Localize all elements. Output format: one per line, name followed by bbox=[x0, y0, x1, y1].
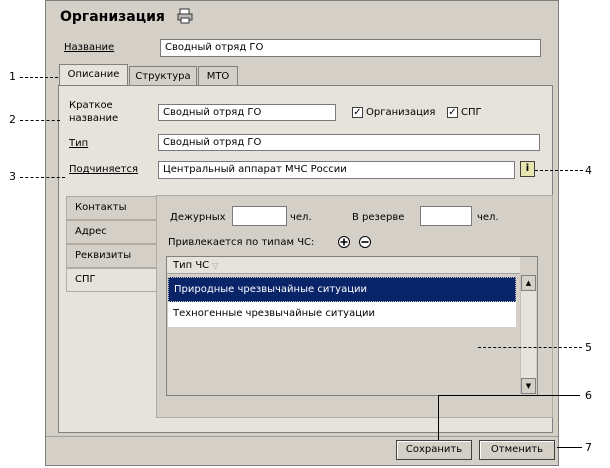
callout-4-line bbox=[535, 170, 583, 171]
tab-description[interactable]: Описание bbox=[59, 64, 128, 86]
name-input[interactable]: Сводный отряд ГО bbox=[160, 39, 541, 57]
callout-1: 1 bbox=[9, 70, 16, 83]
organization-checkbox-label: Организация bbox=[366, 107, 436, 118]
grid-row-technogenic[interactable]: Техногенные чрезвычайные ситуации bbox=[168, 302, 516, 327]
grid-header-label: Тип ЧС bbox=[173, 260, 210, 271]
side-tab-address[interactable]: Адрес bbox=[66, 220, 158, 244]
callout-2: 2 bbox=[9, 113, 16, 126]
scroll-up-icon[interactable]: ▲ bbox=[521, 275, 536, 291]
callout-5: 5 bbox=[585, 341, 592, 354]
grid-header[interactable]: Тип ЧС ▽ bbox=[167, 257, 520, 274]
callout-6-line bbox=[438, 395, 580, 440]
duty-input[interactable] bbox=[232, 206, 287, 226]
add-icon[interactable] bbox=[338, 236, 350, 248]
side-tab-spg[interactable]: СПГ bbox=[66, 268, 160, 292]
callout-7: 7 bbox=[585, 441, 592, 454]
remove-icon[interactable] bbox=[359, 236, 371, 248]
sort-icon: ▽ bbox=[212, 261, 219, 270]
callout-3-line bbox=[20, 177, 65, 178]
side-tab-requisites[interactable]: Реквизиты bbox=[66, 244, 158, 268]
organization-checkbox[interactable]: ✓ bbox=[352, 107, 363, 118]
spg-checkbox-label: СПГ bbox=[461, 107, 482, 118]
duty-unit: чел. bbox=[290, 212, 312, 223]
subordinate-input[interactable]: Центральный аппарат МЧС России bbox=[158, 161, 515, 179]
involved-label: Привлекается по типам ЧС: bbox=[168, 237, 315, 248]
duty-label: Дежурных bbox=[170, 212, 226, 223]
grid-scrollbar[interactable]: ▲ ▼ bbox=[520, 275, 536, 394]
window-title: Организация bbox=[60, 9, 165, 25]
grid-row-natural[interactable]: Природные чрезвычайные ситуации bbox=[168, 277, 516, 302]
side-tab-contacts[interactable]: Контакты bbox=[66, 196, 158, 220]
tab-structure[interactable]: Структура bbox=[129, 66, 197, 86]
short-name-label-line1: Краткое bbox=[69, 100, 113, 111]
scroll-down-icon[interactable]: ▼ bbox=[521, 378, 536, 394]
reserve-input[interactable] bbox=[420, 206, 472, 226]
callout-3: 3 bbox=[9, 170, 16, 183]
callout-4: 4 bbox=[585, 164, 592, 177]
spg-checkbox[interactable]: ✓ bbox=[447, 107, 458, 118]
cancel-button[interactable]: Отменить bbox=[479, 440, 555, 460]
name-label: Название bbox=[64, 42, 115, 53]
type-input[interactable]: Сводный отряд ГО bbox=[158, 134, 540, 151]
info-button[interactable]: i bbox=[520, 161, 535, 177]
short-name-label-line2: название bbox=[69, 113, 119, 124]
subordinate-label[interactable]: Подчиняется bbox=[69, 164, 138, 175]
save-button[interactable]: Сохранить bbox=[396, 440, 472, 460]
short-name-input[interactable]: Сводный отряд ГО bbox=[158, 104, 336, 121]
callout-5-line bbox=[478, 347, 582, 348]
callout-2-line bbox=[20, 120, 60, 121]
reserve-label: В резерве bbox=[352, 212, 405, 223]
type-label: Тип bbox=[69, 138, 89, 149]
tab-mto[interactable]: МТО bbox=[198, 66, 238, 86]
callout-6: 6 bbox=[585, 389, 592, 402]
print-icon[interactable] bbox=[176, 7, 194, 25]
short-name-label: Краткое название bbox=[69, 99, 118, 125]
callout-7-line bbox=[557, 447, 582, 448]
callout-1-line bbox=[20, 77, 58, 78]
reserve-unit: чел. bbox=[477, 212, 499, 223]
